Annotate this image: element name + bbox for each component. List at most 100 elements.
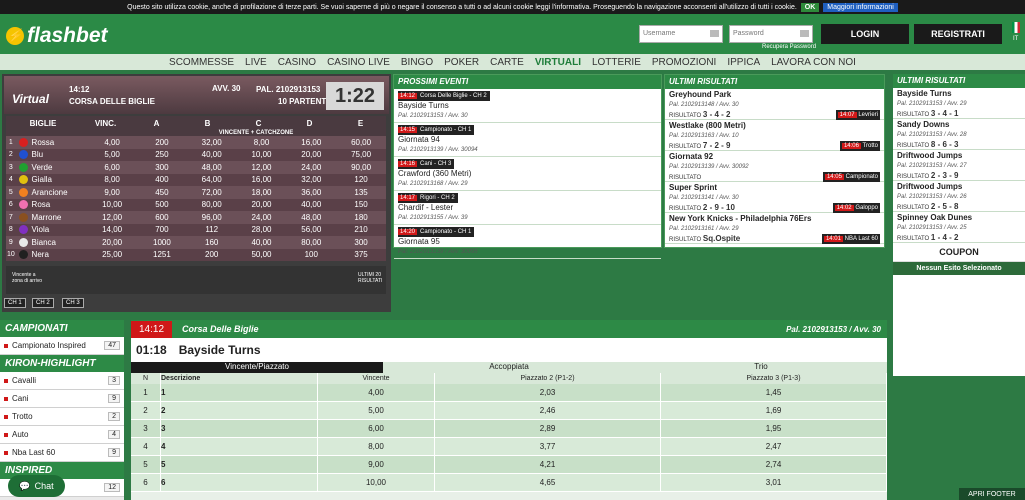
kiron-item[interactable]: Cani 9 [0, 390, 124, 408]
virtual-odd[interactable]: 112 [187, 225, 237, 234]
odd-cell[interactable]: 8,00 [318, 438, 435, 455]
virtual-odd[interactable]: 6,00 [87, 163, 137, 172]
result-item[interactable]: Westlake (800 Metri) Pal. 2102913163 / Av… [665, 120, 884, 151]
odd-cell[interactable]: 1,45 [661, 384, 887, 401]
virtual-odd[interactable]: 24,00 [237, 213, 287, 222]
nav-item-carte[interactable]: CARTE [490, 57, 524, 68]
nav-item-live[interactable]: LIVE [245, 57, 267, 68]
odd-cell[interactable]: 2,74 [661, 456, 887, 473]
virtual-odd[interactable]: 36,00 [286, 188, 336, 197]
logo[interactable]: ⚡ flashbet [6, 24, 108, 48]
kiron-item[interactable]: Cavalli 3 [0, 372, 124, 390]
nav-item-lavora-con-noi[interactable]: LAVORA CON NOI [771, 57, 856, 68]
virtual-odd[interactable]: 8,00 [87, 175, 137, 184]
virtual-odd[interactable]: 1251 [137, 250, 187, 259]
virtual-odd[interactable]: 700 [137, 225, 187, 234]
apri-footer-button[interactable]: APRI FOOTER [959, 488, 1025, 500]
right-result-item[interactable]: Bayside Turns Pal. 2102913153 / Avv. 29 RI… [893, 88, 1025, 119]
virtual-odd[interactable]: 40,00 [286, 200, 336, 209]
virtual-odd[interactable]: 600 [137, 213, 187, 222]
virtual-odd[interactable]: 1000 [137, 238, 187, 247]
prossimo-event[interactable]: 14:16 Cani - CH 3 Crawford (360 Metri) Pal.… [394, 157, 661, 191]
campionato-item[interactable]: Campionato Inspired 47 [0, 337, 124, 355]
chat-button[interactable]: 💬 Chat [8, 475, 65, 497]
cookie-ok-button[interactable]: OK [800, 2, 820, 12]
right-result-item[interactable]: Driftwood Jumps Pal. 2102913153 / Avv. 26… [893, 181, 1025, 212]
virtual-odd[interactable]: 450 [137, 188, 187, 197]
virtual-odd[interactable]: 40,00 [187, 150, 237, 159]
virtual-odd[interactable]: 10,00 [87, 200, 137, 209]
prossimo-event[interactable]: 14:12 Corsa Delle Biglie - CH 2 Bayside Tu… [394, 89, 661, 123]
virtual-odd[interactable]: 20,00 [87, 238, 137, 247]
recupera-password-link[interactable]: Recupera Password [762, 44, 816, 50]
virtual-odd[interactable]: 200 [137, 138, 187, 147]
italy-flag-icon[interactable] [1012, 22, 1020, 33]
market-tab[interactable]: Vincente/Piazzato [131, 362, 383, 373]
virtual-odd[interactable]: 150 [336, 200, 386, 209]
virtual-odd[interactable]: 48,00 [187, 163, 237, 172]
right-result-item[interactable]: Driftwood Jumps Pal. 2102913153 / Avv. 27… [893, 150, 1025, 181]
odd-cell[interactable]: 1,95 [661, 420, 887, 437]
virtual-odd[interactable]: 135 [336, 188, 386, 197]
username-input[interactable]: Username [639, 25, 723, 43]
channel-1-button[interactable]: CH 1 [4, 298, 26, 308]
nav-item-casino[interactable]: CASINO [278, 57, 316, 68]
virtual-odd[interactable]: 12,00 [237, 163, 287, 172]
virtual-odd[interactable]: 48,00 [286, 213, 336, 222]
odd-cell[interactable]: 2,03 [435, 384, 661, 401]
virtual-odd[interactable]: 25,00 [87, 250, 137, 259]
virtual-odd[interactable]: 18,00 [237, 188, 287, 197]
nav-item-ippica[interactable]: IPPICA [727, 57, 760, 68]
right-result-item[interactable]: Spinney Oak Dunes Pal. 2102913153 / Avv. … [893, 212, 1025, 243]
virtual-odd[interactable]: 375 [336, 250, 386, 259]
virtual-odd[interactable]: 80,00 [286, 238, 336, 247]
odd-cell[interactable]: 3,77 [435, 438, 661, 455]
virtual-odd[interactable]: 120 [336, 175, 386, 184]
virtual-odd[interactable]: 9,00 [87, 188, 137, 197]
virtual-odd[interactable]: 500 [137, 200, 187, 209]
virtual-odd[interactable]: 20,00 [237, 200, 287, 209]
virtual-odd[interactable]: 60,00 [336, 138, 386, 147]
nav-item-bingo[interactable]: BINGO [401, 57, 433, 68]
kiron-item[interactable]: Auto 4 [0, 426, 124, 444]
right-result-item[interactable]: Sandy Downs Pal. 2102913153 / Avv. 28 RISU… [893, 119, 1025, 150]
virtual-odd[interactable]: 56,00 [286, 225, 336, 234]
odd-cell[interactable]: 4,00 [318, 384, 435, 401]
result-item[interactable]: Greyhound Park Pal. 2102913148 / Avv. 30 R… [665, 89, 884, 120]
virtual-odd[interactable]: 400 [137, 175, 187, 184]
nav-item-promozioni[interactable]: PROMOZIONI [652, 57, 716, 68]
virtual-odd[interactable]: 4,00 [87, 138, 137, 147]
virtual-odd[interactable]: 72,00 [187, 188, 237, 197]
odd-cell[interactable]: 3,01 [661, 474, 887, 491]
odd-cell[interactable]: 4,65 [435, 474, 661, 491]
virtual-odd[interactable]: 50,00 [237, 250, 287, 259]
login-button[interactable]: LOGIN [821, 24, 909, 44]
odd-cell[interactable]: 2,47 [661, 438, 887, 455]
result-item[interactable]: Super Sprint Pal. 2102913141 / Avv. 30 RIS… [665, 182, 884, 213]
virtual-odd[interactable]: 250 [137, 150, 187, 159]
odd-cell[interactable]: 5,00 [318, 402, 435, 419]
virtual-odd[interactable]: 16,00 [286, 138, 336, 147]
virtual-odd[interactable]: 24,00 [286, 163, 336, 172]
virtual-odd[interactable]: 12,00 [87, 213, 137, 222]
odd-cell[interactable]: 6,00 [318, 420, 435, 437]
password-input[interactable]: Password [729, 25, 813, 43]
kiron-item[interactable]: Trotto 2 [0, 408, 124, 426]
virtual-odd[interactable]: 80,00 [187, 200, 237, 209]
cookie-more-button[interactable]: Maggiori informazioni [823, 2, 898, 12]
nav-item-casino-live[interactable]: CASINO LIVE [327, 57, 390, 68]
virtual-odd[interactable]: 8,00 [237, 138, 287, 147]
virtual-odd[interactable]: 28,00 [237, 225, 287, 234]
odd-cell[interactable]: 4,21 [435, 456, 661, 473]
virtual-odd[interactable]: 90,00 [336, 163, 386, 172]
virtual-odd[interactable]: 14,00 [87, 225, 137, 234]
virtual-odd[interactable]: 160 [187, 238, 237, 247]
prossimo-event[interactable]: 14:20 Campionato - CH 1 Giornata 95 Pal. 21… [394, 225, 661, 259]
market-tab[interactable]: Trio [635, 362, 887, 373]
prossimo-event[interactable]: 14:15 Campionato - CH 1 Giornata 94 Pal. 21… [394, 123, 661, 157]
virtual-odd[interactable]: 32,00 [187, 138, 237, 147]
virtual-odd[interactable]: 16,00 [237, 175, 287, 184]
odd-cell[interactable]: 9,00 [318, 456, 435, 473]
virtual-odd[interactable]: 210 [336, 225, 386, 234]
virtual-odd[interactable]: 100 [286, 250, 336, 259]
